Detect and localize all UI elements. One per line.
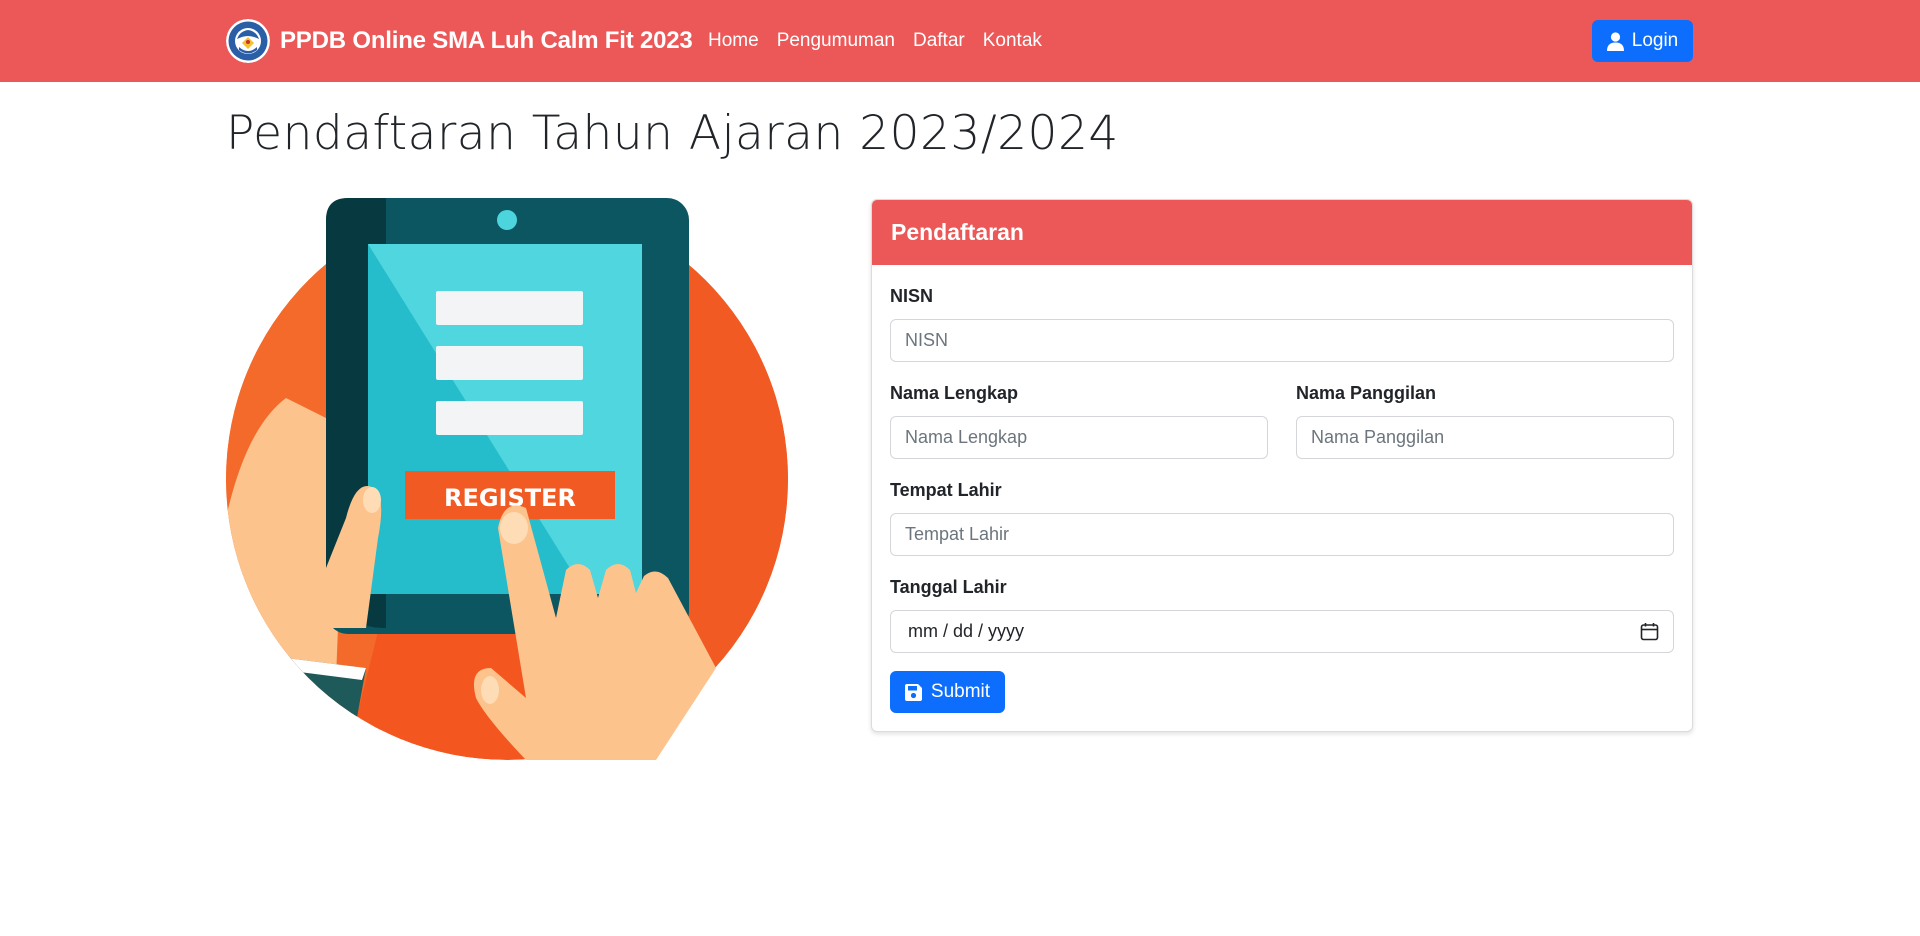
nav-kontak-link[interactable]: Kontak — [983, 28, 1042, 54]
nama-lengkap-input[interactable] — [890, 416, 1268, 459]
nama-panggilan-input[interactable] — [1296, 416, 1674, 459]
brand-link[interactable]: PPDB Online SMA Luh Calm Fit 2023 — [226, 18, 693, 64]
card-header: Pendaftaran — [872, 200, 1692, 265]
login-label: Login — [1631, 30, 1679, 51]
tanggal-lahir-label: Tanggal Lahir — [890, 577, 1007, 597]
login-button[interactable]: Login — [1592, 20, 1693, 62]
tanggal-lahir-date-input[interactable]: mm / dd / yyyy — [890, 610, 1674, 653]
navbar: PPDB Online SMA Luh Calm Fit 2023 Home P… — [0, 0, 1920, 82]
nama-panggilan-label: Nama Panggilan — [1296, 383, 1437, 403]
nav-links: Home Pengumuman Daftar Kontak — [708, 28, 1042, 54]
nav-pengumuman-link[interactable]: Pengumuman — [777, 28, 895, 54]
nisn-input[interactable] — [890, 319, 1674, 362]
user-icon — [1606, 31, 1624, 51]
nav-home-link[interactable]: Home — [708, 28, 759, 54]
submit-button[interactable]: Submit — [890, 671, 1005, 713]
tempat-lahir-input[interactable] — [890, 513, 1674, 556]
tanggal-lahir-value: mm / dd / yyyy — [908, 621, 1025, 641]
tut-wuri-handayani-logo-icon — [226, 19, 270, 63]
brand-title: PPDB Online SMA Luh Calm Fit 2023 — [280, 27, 693, 54]
nav-daftar-link[interactable]: Daftar — [913, 28, 965, 54]
calendar-icon[interactable] — [1640, 622, 1659, 641]
page-title: Pendaftaran Tahun Ajaran 2023/2024 — [226, 106, 1119, 161]
tempat-lahir-label: Tempat Lahir — [890, 480, 1002, 500]
registration-card: Pendaftaran NISN Nama Lengkap Nama Pangg… — [871, 199, 1693, 732]
register-illustration: REGISTER — [226, 198, 788, 760]
nama-lengkap-label: Nama Lengkap — [890, 383, 1019, 403]
save-icon — [904, 683, 922, 701]
nisn-label: NISN — [890, 286, 934, 306]
submit-label: Submit — [930, 681, 991, 702]
